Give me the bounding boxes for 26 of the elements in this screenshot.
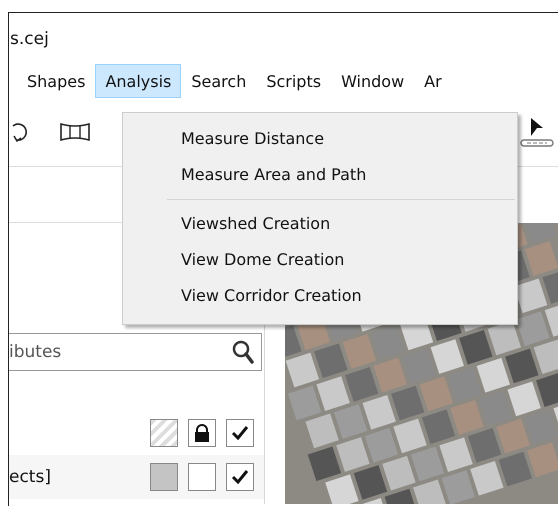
check-icon: [231, 469, 249, 485]
window-title: s.cej: [10, 28, 49, 48]
menu-item[interactable]: Analysis: [95, 64, 182, 98]
fill-swatch[interactable]: [150, 463, 178, 491]
menu-item[interactable]: Scripts: [256, 64, 332, 98]
menu-option[interactable]: View Corridor Creation: [123, 278, 517, 314]
menu-item[interactable]: Window: [331, 64, 414, 98]
search-icon[interactable]: [232, 340, 254, 364]
menu-option[interactable]: Measure Area and Path: [123, 157, 517, 193]
lock-toggle[interactable]: [188, 463, 216, 491]
search-field[interactable]: ibutes: [9, 333, 262, 371]
layer-name: ects]: [9, 467, 52, 487]
menu-option[interactable]: Measure Distance: [123, 121, 517, 157]
menu-option[interactable]: View Dome Creation: [123, 242, 517, 278]
lock-icon: [194, 424, 210, 442]
menu-item[interactable]: Ar: [414, 64, 452, 98]
menu-item[interactable]: Search: [181, 64, 256, 98]
fill-swatch[interactable]: [150, 419, 178, 447]
menu-option[interactable]: Viewshed Creation: [123, 206, 517, 242]
ruler-icon[interactable]: [520, 138, 554, 148]
visibility-checkbox[interactable]: [226, 463, 254, 491]
check-icon: [231, 425, 249, 441]
menu-item[interactable]: Shapes: [17, 64, 96, 98]
lock-toggle[interactable]: [188, 419, 216, 447]
visibility-checkbox[interactable]: [226, 419, 254, 447]
frame-icon[interactable]: [59, 121, 91, 143]
